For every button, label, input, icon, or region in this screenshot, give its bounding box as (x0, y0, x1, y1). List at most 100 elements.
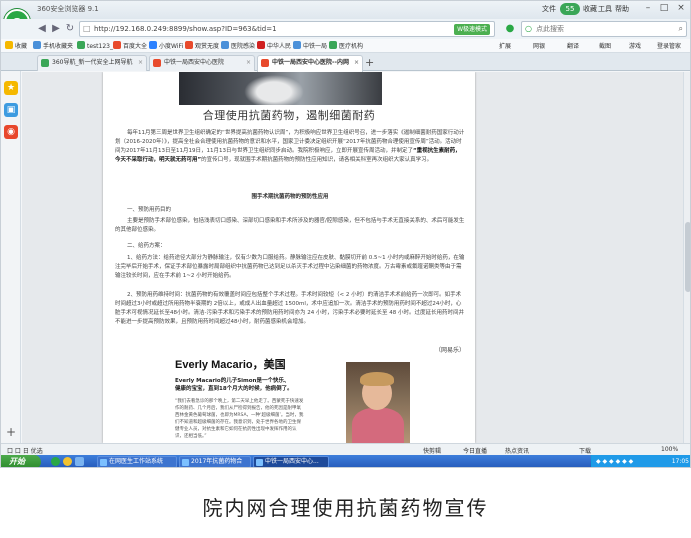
taskbar: 开始 在网医生工作站系统 2017年抗菌药物合 中铁一局西安中心... ◆ ◆ … (1, 455, 690, 467)
menu-favorites[interactable]: 收藏 (583, 4, 597, 14)
site-icon (77, 41, 85, 49)
search-icon: ○ (525, 24, 532, 33)
tab-hospital[interactable]: 中铁一局西安中心医院 × (149, 55, 255, 71)
toolbar-login[interactable]: 登录管家 (657, 41, 681, 50)
favorites-star-icon[interactable]: ★ (4, 81, 18, 95)
back-arrow-icon[interactable]: ◀ (35, 22, 49, 36)
forward-arrow-icon[interactable]: ▶ (49, 22, 63, 36)
scrollbar-thumb[interactable] (685, 222, 690, 292)
status-bar: 口 口 日 优选 快剪辑 今日直播 热点资讯 下载 100% (1, 443, 690, 455)
refresh-icon[interactable]: ↻ (63, 22, 77, 36)
site-icon (293, 41, 301, 49)
site-icon (221, 41, 229, 49)
left-sidebar: ★ ▣ ◉ + (1, 71, 21, 443)
tab-favicon-icon (41, 59, 49, 67)
status-live[interactable]: 今日直播 (463, 446, 487, 455)
profile-body: “我们去看急诊的那个晚上，第二天早上他走了。西蒙死于快速发作的耐药、几个月后，我… (175, 399, 304, 439)
bookmark-item[interactable]: 小度WiFi (149, 41, 183, 50)
image-caption: 院内网合理使用抗菌药物宣传 (202, 496, 489, 520)
menu-tools[interactable]: 工具 (598, 4, 612, 14)
quicklaunch-ie-icon[interactable] (63, 457, 72, 466)
tab-hospital-intranet[interactable]: 中铁一局西安中心医院--内网 × (257, 55, 363, 72)
address-bar[interactable]: □ http://192.168.0.249:8899/show.asp?ID=… (79, 21, 495, 37)
menu-file[interactable]: 文件 (542, 4, 556, 14)
article-page: 合理使用抗菌药物，遏制细菌耐药 每年11月第三周是世界卫生组织确定的“世界提高抗… (103, 72, 475, 443)
flag-icon (257, 41, 265, 49)
search-input[interactable] (522, 22, 662, 36)
clock[interactable]: 17:05 (672, 458, 689, 465)
toolbar-games[interactable]: 游戏 (629, 41, 641, 50)
bookmark-item[interactable]: test123_ (77, 41, 113, 50)
search-engine-icon[interactable]: ● (503, 22, 517, 36)
new-tab-button[interactable]: + (365, 56, 374, 69)
close-tab-icon[interactable]: × (354, 56, 359, 70)
bookmark-item[interactable]: 中铁一局 (293, 41, 327, 50)
article-paragraph: 二、给药方案： (127, 243, 166, 249)
article-paragraph: 2、预防用药维持时间：抗菌药物的有效覆盖时间应包括整个手术过程。手术时间较短（<… (115, 292, 464, 325)
title-bar: 360安全浏览器 9.1 55 文件 收藏 工具 帮助 – □ × (1, 1, 690, 19)
tab-360-nav[interactable]: 360导航_新一代安全上网导航 × (37, 55, 147, 71)
close-button[interactable]: × (674, 3, 688, 15)
menu-help[interactable]: 帮助 (615, 4, 629, 14)
page-viewport: 合理使用抗菌药物，遏制细菌耐药 每年11月第三周是世界卫生组织确定的“世界提高抗… (22, 72, 690, 443)
toolbar-screenshot[interactable]: 截图 (599, 41, 611, 50)
maximize-button[interactable]: □ (657, 3, 671, 15)
url-text: http://192.168.0.249:8899/show.asp?ID=96… (94, 25, 277, 33)
start-button[interactable]: 开始 (1, 455, 41, 467)
close-tab-icon[interactable]: × (138, 56, 143, 70)
bookmark-item[interactable]: 中华人民 (257, 41, 291, 50)
page-icon: □ (83, 24, 91, 33)
profile-heading: Everly Macario，美国 (175, 359, 286, 371)
section-title: 围手术期抗菌药物的预防性应用 (251, 194, 329, 200)
bookmarks-bar: 收藏 手机收藏夹 test123_ 百度大全 小度WiFi 观赏无度 医院感染 … (1, 39, 690, 53)
tab-favicon-icon (153, 59, 161, 67)
bookmark-item[interactable]: 百度大全 (113, 41, 147, 50)
weibo-icon[interactable]: ◉ (4, 125, 18, 139)
site-icon (113, 41, 121, 49)
banner-image (179, 72, 382, 105)
vertical-scrollbar[interactable] (683, 72, 690, 443)
status-clip[interactable]: 快剪辑 (423, 446, 441, 455)
bookmark-item[interactable]: 医院感染 (221, 41, 255, 50)
article-title: 合理使用抗菌药物，遏制细菌耐药 (202, 109, 376, 122)
tab-favicon-icon (261, 59, 269, 67)
notification-badge[interactable]: 55 (560, 3, 580, 15)
search-box[interactable]: ○ ⌕ (521, 21, 687, 37)
status-download[interactable]: 下载 (579, 446, 591, 455)
phone-icon (33, 41, 41, 49)
zoom-level[interactable]: 100% (661, 446, 678, 453)
quicklaunch-desktop-icon[interactable] (75, 457, 84, 466)
speed-mode-button[interactable]: W极速模式 (454, 24, 490, 35)
site-icon (329, 41, 337, 49)
add-sidebar-icon[interactable]: + (4, 425, 18, 439)
toolbar-translate[interactable]: 翻译 (567, 41, 579, 50)
minimize-button[interactable]: – (641, 3, 655, 15)
bookmark-item[interactable]: 观赏无度 (185, 41, 219, 50)
taskbar-item-browser[interactable]: 中铁一局西安中心... (253, 456, 329, 467)
system-tray: ◆ ◆ ◆ ◆ ◆ ◆ 17:05 (591, 455, 690, 467)
window-icon (182, 459, 189, 466)
window-title: 360安全浏览器 9.1 (37, 5, 99, 13)
magnifier-icon[interactable]: ⌕ (679, 24, 683, 34)
article-paragraph: 一、预防用药目的 (127, 207, 172, 213)
bookmark-item[interactable]: 手机收藏夹 (33, 41, 73, 50)
site-icon (185, 41, 193, 49)
toolbar-extensions[interactable]: 扩展 (499, 41, 511, 50)
tab-bar: 360导航_新一代安全上网导航 × 中铁一局西安中心医院 × 中铁一局西安中心医… (1, 53, 690, 72)
taskbar-item-document[interactable]: 2017年抗菌药物合 (179, 456, 251, 467)
tray-icons[interactable]: ◆ ◆ ◆ ◆ ◆ ◆ (596, 458, 633, 465)
history-icon[interactable]: ▣ (4, 103, 18, 117)
status-news[interactable]: 热点资讯 (505, 446, 529, 455)
status-left[interactable]: 口 口 日 优选 (7, 446, 43, 455)
article-paragraph: 主要是预防手术部位感染，包括浅表切口感染、深部切口感染和手术所涉及的器官/腔隙感… (115, 218, 465, 233)
article-paragraph: 1、给药方法：给药途径大部分为静脉输注，仅有少数为口服给药。静脉输注应在皮肤、黏… (115, 255, 465, 279)
bookmark-item[interactable]: 医疗机构 (329, 41, 363, 50)
quicklaunch-browser-icon[interactable] (51, 457, 60, 466)
window-icon (256, 459, 263, 466)
bookmark-item[interactable]: 收藏 (5, 41, 27, 50)
address-row: ◀ ▶ ↻ □ http://192.168.0.249:8899/show.a… (1, 19, 690, 39)
close-tab-icon[interactable]: × (246, 56, 251, 70)
toolbar-bank[interactable]: 网银 (533, 41, 545, 50)
browser-screenshot: 360安全浏览器 9.1 55 文件 收藏 工具 帮助 – □ × e ◀ ▶ … (0, 0, 691, 468)
taskbar-item-workstation[interactable]: 在网医生工作站系统 (97, 456, 177, 467)
